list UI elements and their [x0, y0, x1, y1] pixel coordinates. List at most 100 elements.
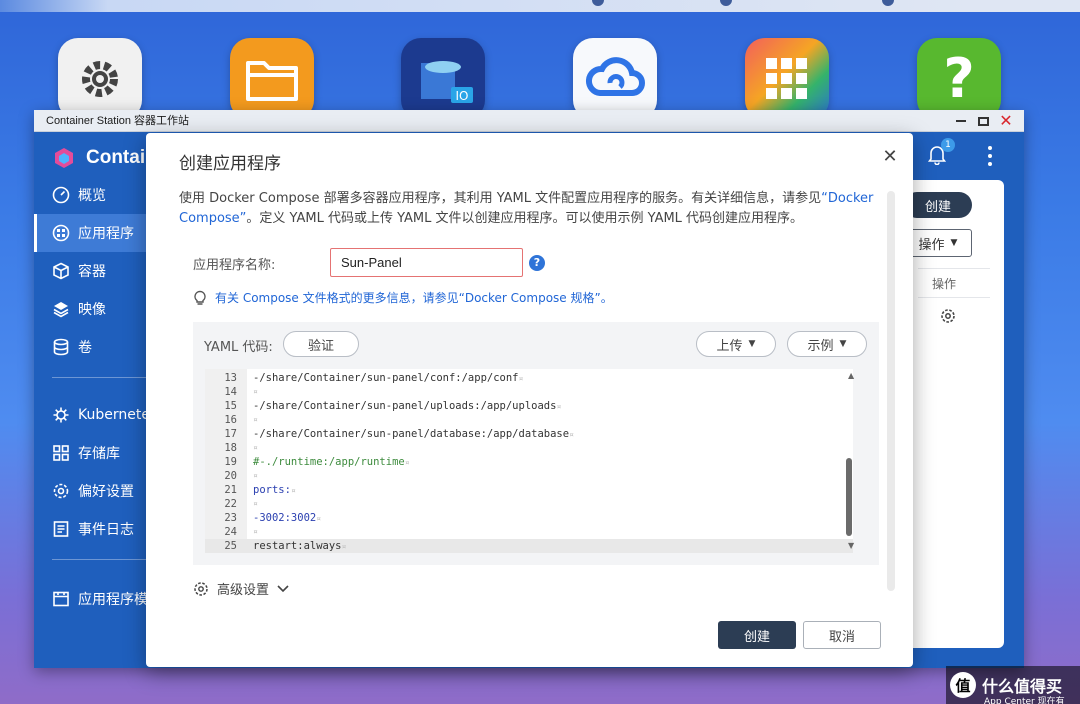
sidebar-item-kubernetes[interactable]: Kubernete — [34, 396, 164, 434]
dialog-title: 创建应用程序 — [179, 154, 281, 174]
desktop-top-bar — [0, 0, 1080, 12]
app-center-desktop-icon[interactable] — [745, 38, 829, 120]
sidebar-item-event-log[interactable]: 事件日志 — [34, 510, 164, 548]
container-icon: IO — [421, 61, 473, 103]
help-desktop-icon[interactable]: ? — [917, 38, 1001, 120]
gear-icon — [194, 581, 208, 596]
question-mark-icon: ? — [943, 47, 975, 110]
helm-icon — [53, 407, 69, 423]
minimize-button[interactable] — [950, 110, 972, 132]
grid-icon — [766, 58, 807, 99]
sidebar-item-label: 映像 — [78, 302, 106, 318]
gauge-icon — [52, 186, 70, 204]
code-line: 14 ¤ — [224, 386, 258, 398]
sidebar-item-applications[interactable]: 应用程序 — [34, 214, 164, 252]
grid-icon — [53, 445, 69, 461]
window-title: Container Station 容器工作站 — [46, 115, 190, 127]
sidebar-item-volumes[interactable]: 卷 — [34, 328, 164, 366]
sidebar-item-app-templates[interactable]: 应用程序模 — [34, 580, 164, 618]
watermark-subtext: App Center 现在有 — [984, 697, 1065, 704]
row-settings-button[interactable] — [936, 304, 960, 328]
sidebar-item-label: 容器 — [78, 264, 106, 280]
sidebar-item-label: 存储库 — [78, 446, 120, 462]
validate-button[interactable]: 验证 — [283, 331, 359, 357]
cloud-desktop-icon[interactable] — [573, 38, 657, 120]
log-icon — [53, 521, 69, 537]
dialog-scrollbar[interactable] — [887, 191, 895, 591]
container-station-desktop-icon[interactable]: IO — [401, 38, 485, 120]
app-brand: Contai — [52, 146, 145, 170]
template-icon — [53, 591, 69, 607]
watermark: 值 什么值得买 App Center 现在有 — [946, 666, 1080, 704]
code-line: 18 ¤ — [224, 442, 258, 454]
scroll-down-icon: ▼ — [848, 541, 855, 550]
lightbulb-icon — [194, 290, 206, 305]
yaml-code-label: YAML 代码: — [204, 340, 273, 355]
sidebar-item-label: 事件日志 — [78, 522, 134, 538]
column-header-actions: 操作 — [918, 268, 990, 298]
tray-dot — [882, 0, 894, 6]
notifications-button[interactable]: 1 — [926, 138, 955, 169]
code-line: 20 ¤ — [224, 470, 258, 482]
more-menu-button[interactable] — [986, 146, 994, 166]
help-icon[interactable]: ? — [529, 255, 545, 271]
layers-icon — [53, 302, 69, 318]
cube-icon — [53, 262, 69, 280]
sidebar-item-label: 概览 — [78, 188, 106, 204]
app-brand-label: Contai — [86, 147, 146, 168]
create-application-dialog: 创建应用程序 ✕ 使用 Docker Compose 部署多容器应用程序，其利用… — [146, 133, 913, 667]
compose-spec-tip[interactable]: 有关 Compose 文件格式的更多信息，请参见“Docker Compose … — [193, 289, 613, 306]
yaml-code-editor[interactable]: 13 -/share/Container/sun-panel/conf:/app/… — [205, 369, 853, 553]
svg-text:IO: IO — [456, 89, 469, 103]
maximize-button[interactable] — [972, 110, 994, 132]
sidebar-item-label: 应用程序 — [78, 226, 134, 242]
window-title-bar: Container Station 容器工作站 — [34, 110, 1024, 132]
code-line: 19 #-./runtime:/app/runtime¤ — [224, 456, 410, 468]
chevron-down-icon — [277, 584, 289, 592]
create-button[interactable]: 创建 — [718, 621, 796, 649]
compose-spec-tip-text: 有关 Compose 文件格式的更多信息，请参见“Docker Compose … — [215, 291, 613, 305]
sidebar-item-overview[interactable]: 概览 — [34, 176, 164, 214]
close-icon: ✕ — [882, 145, 898, 167]
cancel-button[interactable]: 取消 — [803, 621, 881, 649]
close-icon: ✕ — [999, 111, 1013, 130]
file-station-desktop-icon[interactable] — [230, 38, 314, 120]
caret-down-icon: ▼ — [839, 339, 847, 349]
minimize-icon — [956, 120, 966, 122]
more-dots-icon — [988, 146, 992, 150]
sidebar-item-images[interactable]: 映像 — [34, 290, 164, 328]
sidebar-item-label: 应用程序模 — [78, 592, 148, 608]
window-close-button[interactable]: ✕ — [995, 110, 1017, 132]
sidebar-item-label: 偏好设置 — [78, 484, 134, 500]
example-dropdown[interactable]: 示例 ▼ — [787, 331, 867, 357]
app-name-input[interactable]: Sun-Panel — [330, 248, 523, 277]
database-icon — [53, 338, 69, 356]
code-line: 22 ¤ — [224, 498, 258, 510]
sidebar-item-containers[interactable]: 容器 — [34, 252, 164, 290]
scroll-up-icon: ▲ — [848, 371, 855, 380]
editor-scrollbar-thumb[interactable] — [846, 458, 852, 536]
folder-icon — [246, 61, 298, 101]
advanced-settings-toggle[interactable]: 高级设置 — [193, 579, 289, 598]
advanced-settings-label: 高级设置 — [217, 583, 270, 598]
dialog-intro-text: 使用 Docker Compose 部署多容器应用程序，其利用 YAML 文件配… — [179, 191, 874, 226]
code-line: 17 -/share/Container/sun-panel/database:/… — [224, 428, 574, 440]
upload-dropdown[interactable]: 上传 ▼ — [696, 331, 776, 357]
create-app-button[interactable]: 创建 — [904, 192, 972, 218]
control-panel-desktop-icon[interactable] — [58, 38, 142, 120]
app-name-label: 应用程序名称: — [193, 258, 276, 273]
sidebar: Contai 概览 应用程序 容器 映像 卷 Kubernete 存储库 偏好设… — [34, 132, 164, 668]
sidebar-item-label: 卷 — [78, 340, 92, 356]
gear-icon — [53, 483, 69, 499]
notification-badge: 1 — [941, 138, 955, 152]
container-station-logo-icon — [55, 148, 73, 168]
code-line: 15 -/share/Container/sun-panel/uploads:/a… — [224, 400, 562, 412]
code-line: 13 -/share/Container/sun-panel/conf:/app/… — [224, 372, 524, 384]
gear-icon — [941, 309, 955, 323]
sidebar-item-preferences[interactable]: 偏好设置 — [34, 472, 164, 510]
dialog-close-button[interactable]: ✕ — [879, 145, 901, 167]
sidebar-item-repositories[interactable]: 存储库 — [34, 434, 164, 472]
tray-dot — [720, 0, 732, 6]
code-line: 24 ¤ — [224, 526, 258, 538]
actions-dropdown[interactable]: 操作 ▼ — [904, 229, 972, 257]
